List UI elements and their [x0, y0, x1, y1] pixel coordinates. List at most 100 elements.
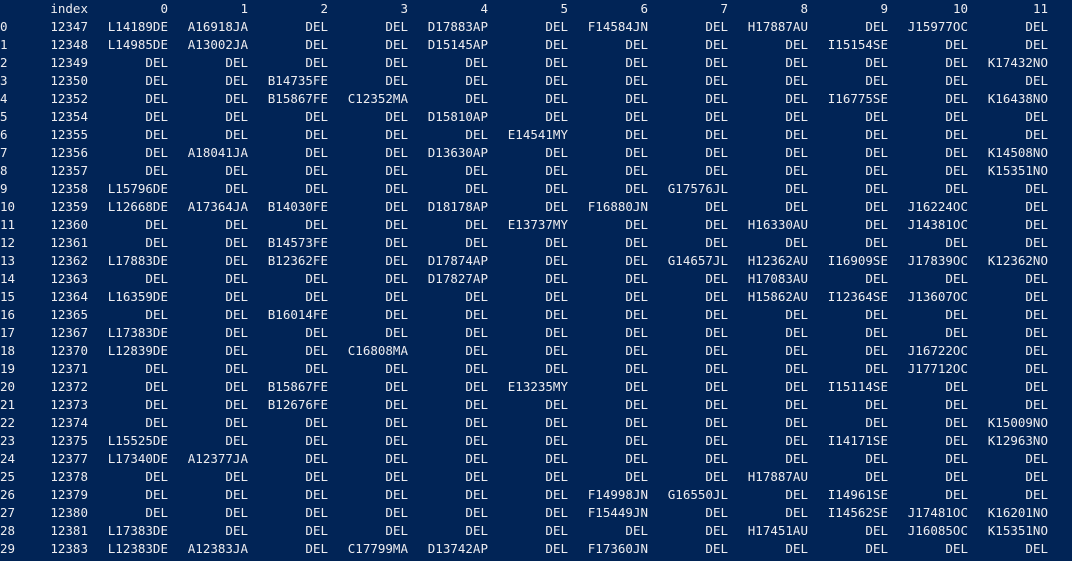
- table-cell: DEL: [385, 325, 408, 340]
- table-cell: I14961SE: [827, 487, 888, 502]
- table-row: 16 12365 DEL DEL B16014FE DEL DEL DEL DEL DEL DEL D…: [0, 306, 1048, 324]
- table-cell: DEL: [545, 343, 568, 358]
- table-cell: DEL: [705, 325, 728, 340]
- table-cell: DEL: [865, 127, 888, 142]
- table-cell: D17827AP: [427, 271, 488, 286]
- table-row: 17 12367 L17383DE DEL DEL DEL DEL DEL DEL DEL DEL D…: [0, 324, 1048, 342]
- table-cell: DEL: [465, 469, 488, 484]
- table-cell: DEL: [865, 73, 888, 88]
- console-window: index 0 1 2 3 4 5 6 7 8 9 10 11 0 12347 L1…: [0, 0, 1072, 561]
- table-cell: DEL: [945, 541, 968, 556]
- table-cell: DEL: [145, 397, 168, 412]
- table-cell: DEL: [945, 163, 968, 178]
- table-cell: DEL: [865, 199, 888, 214]
- table-cell: H17451AU: [747, 523, 808, 538]
- table-cell: DEL: [225, 433, 248, 448]
- table-cell: DEL: [465, 163, 488, 178]
- table-cell: DEL: [305, 127, 328, 142]
- table-row: 29 12383 L12383DE A12383JA DEL C17799MA D13742…: [0, 540, 1048, 558]
- column-header: 1: [240, 1, 248, 16]
- table-cell: DEL: [945, 181, 968, 196]
- index-cell: 12379: [50, 487, 88, 502]
- table-row: 27 12380 DEL DEL DEL DEL DEL DEL F15449JN DEL DEL I…: [0, 504, 1048, 522]
- table-cell: DEL: [625, 433, 648, 448]
- table-cell: D18178AP: [427, 199, 488, 214]
- table-cell: DEL: [625, 415, 648, 430]
- table-cell: DEL: [465, 307, 488, 322]
- table-cell: K15351NO: [987, 523, 1048, 538]
- table-cell: DEL: [865, 343, 888, 358]
- row-label: 28: [0, 523, 16, 538]
- table-cell: D13630AP: [427, 145, 488, 160]
- table-cell: DEL: [545, 415, 568, 430]
- table-cell: DEL: [385, 451, 408, 466]
- header-row: index 0 1 2 3 4 5 6 7 8 9 10 11: [0, 0, 1048, 18]
- table-cell: DEL: [545, 253, 568, 268]
- table-cell: DEL: [225, 127, 248, 142]
- table-cell: DEL: [385, 163, 408, 178]
- row-label: 11: [0, 217, 16, 232]
- table-cell: L16359DE: [107, 289, 168, 304]
- table-cell: H15862AU: [747, 289, 808, 304]
- table-cell: DEL: [305, 505, 328, 520]
- index-cell: 12367: [50, 325, 88, 340]
- table-cell: DEL: [705, 451, 728, 466]
- table-cell: DEL: [785, 451, 808, 466]
- table-cell: DEL: [945, 325, 968, 340]
- table-cell: H16330AU: [747, 217, 808, 232]
- index-cell: 12373: [50, 397, 88, 412]
- table-cell: DEL: [865, 235, 888, 250]
- column-header: 7: [720, 1, 728, 16]
- table-cell: L17383DE: [107, 325, 168, 340]
- table-row: 2 12349 DEL DEL DEL DEL DEL DEL DEL DEL DEL DEL DEL K…: [0, 54, 1048, 72]
- table-cell: DEL: [465, 73, 488, 88]
- table-cell: DEL: [385, 37, 408, 52]
- column-header: index: [50, 1, 88, 16]
- index-cell: 12372: [50, 379, 88, 394]
- table-cell: DEL: [1025, 127, 1048, 142]
- table-cell: DEL: [865, 271, 888, 286]
- table-row: 15 12364 L16359DE DEL DEL DEL DEL DEL DEL DEL H158…: [0, 288, 1048, 306]
- table-cell: DEL: [225, 253, 248, 268]
- table-cell: DEL: [865, 469, 888, 484]
- table-cell: K15351NO: [987, 163, 1048, 178]
- table-cell: A18041JA: [187, 145, 248, 160]
- table-cell: DEL: [305, 451, 328, 466]
- table-cell: DEL: [545, 451, 568, 466]
- table-row: 9 12358 L15796DE DEL DEL DEL DEL DEL DEL G17576JL…: [0, 180, 1048, 198]
- table-cell: DEL: [705, 37, 728, 52]
- table-cell: K16201NO: [987, 505, 1048, 520]
- row-label: 4: [0, 91, 8, 106]
- table-cell: DEL: [545, 19, 568, 34]
- table-cell: DEL: [625, 289, 648, 304]
- table-cell: DEL: [865, 181, 888, 196]
- column-header: 11: [1032, 1, 1048, 16]
- table-cell: DEL: [225, 379, 248, 394]
- table-cell: J13607OC: [907, 289, 968, 304]
- table-cell: L14985DE: [107, 37, 168, 52]
- table-cell: DEL: [305, 145, 328, 160]
- table-cell: DEL: [785, 433, 808, 448]
- table-cell: DEL: [625, 181, 648, 196]
- table-cell: G16550JL: [667, 487, 728, 502]
- table-cell: DEL: [305, 109, 328, 124]
- table-cell: G14657JL: [667, 253, 728, 268]
- table-cell: H17887AU: [747, 469, 808, 484]
- column-header: 8: [800, 1, 808, 16]
- table-cell: DEL: [145, 361, 168, 376]
- table-cell: DEL: [1025, 487, 1048, 502]
- table-cell: DEL: [385, 253, 408, 268]
- table-cell: DEL: [1025, 235, 1048, 250]
- table-cell: DEL: [545, 307, 568, 322]
- table-cell: DEL: [225, 523, 248, 538]
- table-cell: DEL: [385, 397, 408, 412]
- dataframe-table: index 0 1 2 3 4 5 6 7 8 9 10 11 0 12347 L1…: [0, 0, 1048, 558]
- table-cell: DEL: [1025, 181, 1048, 196]
- table-row: 11 12360 DEL DEL DEL DEL DEL E13737MY DEL DEL H163…: [0, 216, 1048, 234]
- table-cell: DEL: [785, 415, 808, 430]
- table-cell: D17883AP: [427, 19, 488, 34]
- table-cell: DEL: [625, 397, 648, 412]
- table-cell: DEL: [865, 523, 888, 538]
- table-cell: DEL: [945, 451, 968, 466]
- table-cell: K12963NO: [987, 433, 1048, 448]
